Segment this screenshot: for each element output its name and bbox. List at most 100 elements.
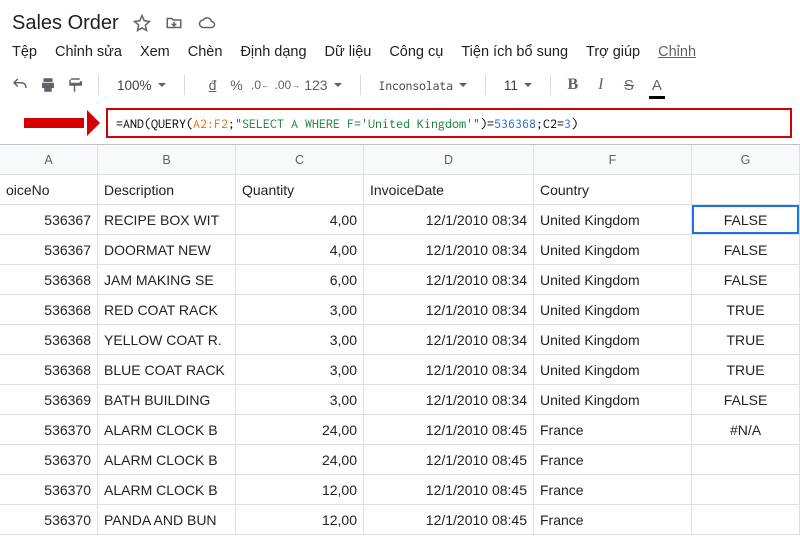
cell[interactable]: 536370 [0, 505, 98, 534]
more-formats-button[interactable]: 123 [304, 73, 341, 97]
decrease-decimal-button[interactable]: .0← [251, 73, 271, 97]
cell[interactable]: 4,00 [236, 235, 364, 264]
document-title[interactable]: Sales Order [12, 12, 119, 35]
cell[interactable]: RECIPE BOX WIT [98, 205, 236, 234]
cell[interactable]: 4,00 [236, 205, 364, 234]
cell[interactable]: 3,00 [236, 295, 364, 324]
cell[interactable]: JAM MAKING SE [98, 265, 236, 294]
cell[interactable]: YELLOW COAT R. [98, 325, 236, 354]
cell[interactable]: United Kingdom [534, 235, 692, 264]
cell[interactable]: Country [534, 175, 692, 204]
cell[interactable]: 24,00 [236, 445, 364, 474]
cell[interactable]: Description [98, 175, 236, 204]
print-icon[interactable] [38, 73, 58, 97]
column-header[interactable]: A [0, 145, 98, 174]
cell[interactable]: France [534, 505, 692, 534]
font-family-select[interactable]: Inconsolata [373, 73, 473, 97]
cell[interactable]: ALARM CLOCK B [98, 445, 236, 474]
cell[interactable]: 536370 [0, 415, 98, 444]
cell[interactable]: 3,00 [236, 385, 364, 414]
cell[interactable]: Quantity [236, 175, 364, 204]
cell[interactable]: 536369 [0, 385, 98, 414]
cell[interactable]: 24,00 [236, 415, 364, 444]
cell[interactable]: 3,00 [236, 355, 364, 384]
cell[interactable]: BATH BUILDING [98, 385, 236, 414]
cell[interactable]: #N/A [692, 415, 800, 444]
cell[interactable]: ALARM CLOCK B [98, 475, 236, 504]
menu-edit[interactable]: Chỉnh sửa [55, 44, 122, 60]
cell[interactable]: United Kingdom [534, 205, 692, 234]
percent-button[interactable]: % [227, 73, 247, 97]
cell[interactable] [692, 175, 800, 204]
cell[interactable] [692, 475, 800, 504]
cell[interactable]: 536368 [0, 325, 98, 354]
paint-format-icon[interactable] [66, 73, 86, 97]
cell[interactable]: 12/1/2010 08:34 [364, 355, 534, 384]
column-header[interactable]: B [98, 145, 236, 174]
column-header[interactable]: G [692, 145, 800, 174]
cell[interactable]: France [534, 475, 692, 504]
cell[interactable]: United Kingdom [534, 385, 692, 414]
menu-file[interactable]: Tệp [12, 44, 37, 60]
cell[interactable]: 6,00 [236, 265, 364, 294]
cell[interactable]: 12/1/2010 08:34 [364, 235, 534, 264]
cell[interactable]: FALSE [692, 385, 800, 414]
cell[interactable]: BLUE COAT RACK [98, 355, 236, 384]
cell[interactable]: 12,00 [236, 475, 364, 504]
cell[interactable]: 12/1/2010 08:45 [364, 415, 534, 444]
column-header[interactable]: F [534, 145, 692, 174]
cell[interactable]: 536370 [0, 445, 98, 474]
menu-format[interactable]: Định dạng [240, 44, 306, 60]
font-size-select[interactable]: 11 [498, 73, 538, 97]
zoom-level[interactable]: 100% [111, 73, 172, 97]
cell[interactable]: 536367 [0, 235, 98, 264]
cell[interactable]: 536368 [0, 295, 98, 324]
cell[interactable]: United Kingdom [534, 355, 692, 384]
cell[interactable]: 12/1/2010 08:34 [364, 385, 534, 414]
cell[interactable]: France [534, 415, 692, 444]
cell[interactable]: FALSE [692, 235, 800, 264]
menu-overflow[interactable]: Chỉnh [658, 44, 696, 60]
cell[interactable]: InvoiceDate [364, 175, 534, 204]
undo-icon[interactable] [10, 73, 30, 97]
cell[interactable]: TRUE [692, 295, 800, 324]
cell[interactable]: 536370 [0, 475, 98, 504]
cell[interactable] [692, 445, 800, 474]
cell[interactable]: France [534, 445, 692, 474]
move-folder-icon[interactable] [165, 14, 183, 32]
cell[interactable]: 12/1/2010 08:34 [364, 265, 534, 294]
cell[interactable]: 12/1/2010 08:34 [364, 205, 534, 234]
cell[interactable]: PANDA AND BUN [98, 505, 236, 534]
cell[interactable]: ALARM CLOCK B [98, 415, 236, 444]
italic-button[interactable]: I [591, 73, 611, 97]
column-header[interactable]: C [236, 145, 364, 174]
cell[interactable]: United Kingdom [534, 295, 692, 324]
cell[interactable]: FALSE [692, 205, 800, 234]
menu-help[interactable]: Trợ giúp [586, 44, 640, 60]
spreadsheet-grid[interactable]: A B C D F G oiceNo Description Quantity … [0, 144, 800, 535]
menu-addons[interactable]: Tiện ích bổ sung [461, 44, 568, 60]
formula-bar[interactable]: =AND(QUERY(A2:F2;"SELECT A WHERE F='Unit… [106, 108, 792, 138]
cell[interactable]: TRUE [692, 355, 800, 384]
cell[interactable]: TRUE [692, 325, 800, 354]
currency-button[interactable]: đ [203, 73, 223, 97]
increase-decimal-button[interactable]: .00→ [275, 73, 301, 97]
cell[interactable] [692, 505, 800, 534]
cell[interactable]: 12/1/2010 08:45 [364, 445, 534, 474]
cell[interactable]: 12,00 [236, 505, 364, 534]
cell[interactable]: 3,00 [236, 325, 364, 354]
star-icon[interactable] [133, 14, 151, 32]
cell[interactable]: 536368 [0, 265, 98, 294]
cell[interactable]: 12/1/2010 08:45 [364, 475, 534, 504]
text-color-button[interactable]: A [647, 73, 667, 97]
column-header[interactable]: D [364, 145, 534, 174]
cloud-status-icon[interactable] [197, 14, 217, 32]
cell[interactable]: 12/1/2010 08:34 [364, 295, 534, 324]
menu-insert[interactable]: Chèn [188, 44, 223, 60]
cell[interactable]: 536368 [0, 355, 98, 384]
cell[interactable]: FALSE [692, 265, 800, 294]
cell[interactable]: oiceNo [0, 175, 98, 204]
bold-button[interactable]: B [563, 73, 583, 97]
strike-button[interactable]: S [619, 73, 639, 97]
cell[interactable]: RED COAT RACK [98, 295, 236, 324]
